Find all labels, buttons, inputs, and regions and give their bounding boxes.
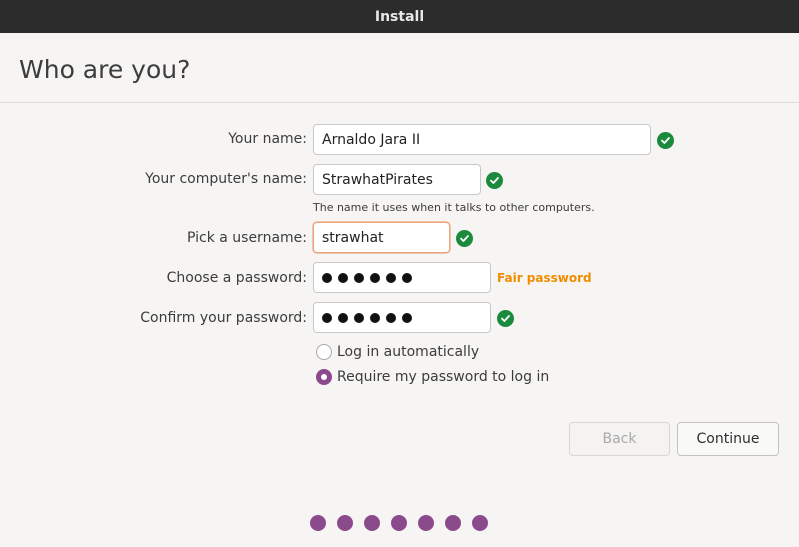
password-mask-dot	[402, 273, 412, 283]
require-password-option[interactable]: Require my password to log in	[316, 369, 549, 385]
password-mask-dot	[370, 273, 380, 283]
login-automatically-radio[interactable]	[316, 344, 332, 360]
confirm-password-mask-dot	[386, 313, 396, 323]
progress-dot	[472, 515, 488, 531]
back-button[interactable]: Back	[569, 422, 670, 456]
password-label: Choose a password:	[166, 270, 307, 286]
confirm-password-input[interactable]	[313, 302, 491, 333]
progress-dot	[391, 515, 407, 531]
password-strength-indicator: Fair password	[497, 271, 592, 285]
window-title: Install	[374, 8, 425, 25]
confirm-password-mask-dot	[338, 313, 348, 323]
computer-name-hint: The name it uses when it talks to other …	[313, 201, 595, 214]
password-mask-dot	[354, 273, 364, 283]
password-mask-dots	[322, 273, 412, 283]
install-progress-dots	[310, 515, 488, 531]
confirm-password-label: Confirm your password:	[140, 310, 307, 326]
progress-dot	[364, 515, 380, 531]
password-mask-dot	[338, 273, 348, 283]
confirm-password-mask-dot	[370, 313, 380, 323]
password-mask-dot	[386, 273, 396, 283]
progress-dot	[337, 515, 353, 531]
username-label: Pick a username:	[186, 230, 307, 246]
window-titlebar: Install	[0, 0, 799, 33]
password-mask-dot	[322, 273, 332, 283]
confirm-password-mask-dots	[322, 313, 412, 323]
username-input[interactable]	[313, 222, 450, 253]
login-automatically-option[interactable]: Log in automatically	[316, 344, 479, 360]
require-password-radio[interactable]	[316, 369, 332, 385]
name-label: Your name:	[228, 131, 307, 147]
login-automatically-label: Log in automatically	[337, 344, 480, 360]
continue-button[interactable]: Continue	[677, 422, 779, 456]
confirm-password-mask-dot	[402, 313, 412, 323]
header-divider	[0, 102, 799, 103]
computer-name-valid-check-icon	[486, 172, 503, 189]
progress-dot	[445, 515, 461, 531]
username-valid-check-icon	[456, 230, 473, 247]
confirm-password-valid-check-icon	[497, 310, 514, 327]
progress-dot	[418, 515, 434, 531]
name-input[interactable]	[313, 124, 651, 155]
computer-name-label: Your computer's name:	[145, 171, 307, 187]
page-title: Who are you?	[19, 55, 191, 84]
name-valid-check-icon	[657, 132, 674, 149]
computer-name-input[interactable]	[313, 164, 481, 195]
progress-dot	[310, 515, 326, 531]
require-password-label: Require my password to log in	[337, 369, 550, 385]
confirm-password-mask-dot	[354, 313, 364, 323]
confirm-password-mask-dot	[322, 313, 332, 323]
password-input[interactable]	[313, 262, 491, 293]
